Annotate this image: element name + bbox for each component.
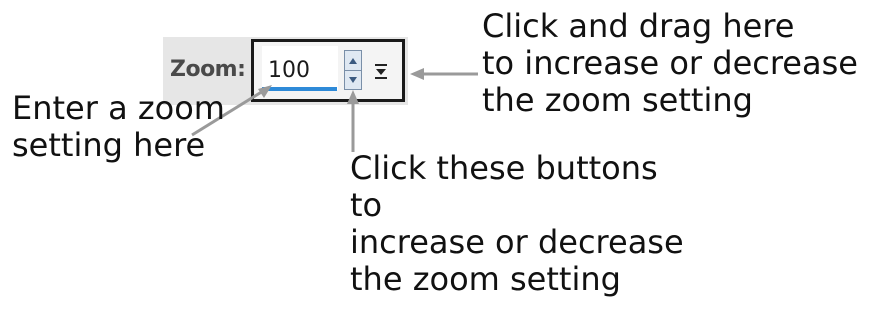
drag-callout-line: the zoom setting xyxy=(482,81,753,119)
buttons-callout-line: the zoom setting xyxy=(350,260,621,298)
zoom-decrease-button[interactable] xyxy=(345,70,361,89)
drag-callout-line: Click and drag here xyxy=(482,7,795,45)
zoom-dropdown-button[interactable] xyxy=(369,52,393,88)
buttons-callout-line: increase or decrease xyxy=(350,223,684,261)
zoom-input[interactable] xyxy=(262,46,338,90)
entry-callout: Enter a zoom setting here xyxy=(12,90,225,164)
zoom-drag-bar[interactable] xyxy=(262,87,337,91)
buttons-callout: Click these buttons to increase or decre… xyxy=(350,150,684,298)
zoom-increase-button[interactable] xyxy=(345,51,361,71)
triangle-up-icon xyxy=(349,57,357,64)
drag-arrow xyxy=(410,68,478,80)
entry-callout-line: setting here xyxy=(12,126,206,164)
zoom-spin-buttons xyxy=(344,50,362,90)
triangle-down-icon xyxy=(349,76,357,83)
entry-callout-line: Enter a zoom xyxy=(12,89,225,127)
zoom-label: Zoom: xyxy=(170,57,246,82)
drag-callout-line: to increase or decrease xyxy=(482,44,858,82)
zoom-control xyxy=(251,39,405,102)
buttons-callout-line: Click these buttons xyxy=(350,149,658,187)
drag-callout: Click and drag here to increase or decre… xyxy=(482,8,858,119)
buttons-callout-line: to xyxy=(350,186,383,224)
dropdown-arrow-icon xyxy=(375,64,387,79)
